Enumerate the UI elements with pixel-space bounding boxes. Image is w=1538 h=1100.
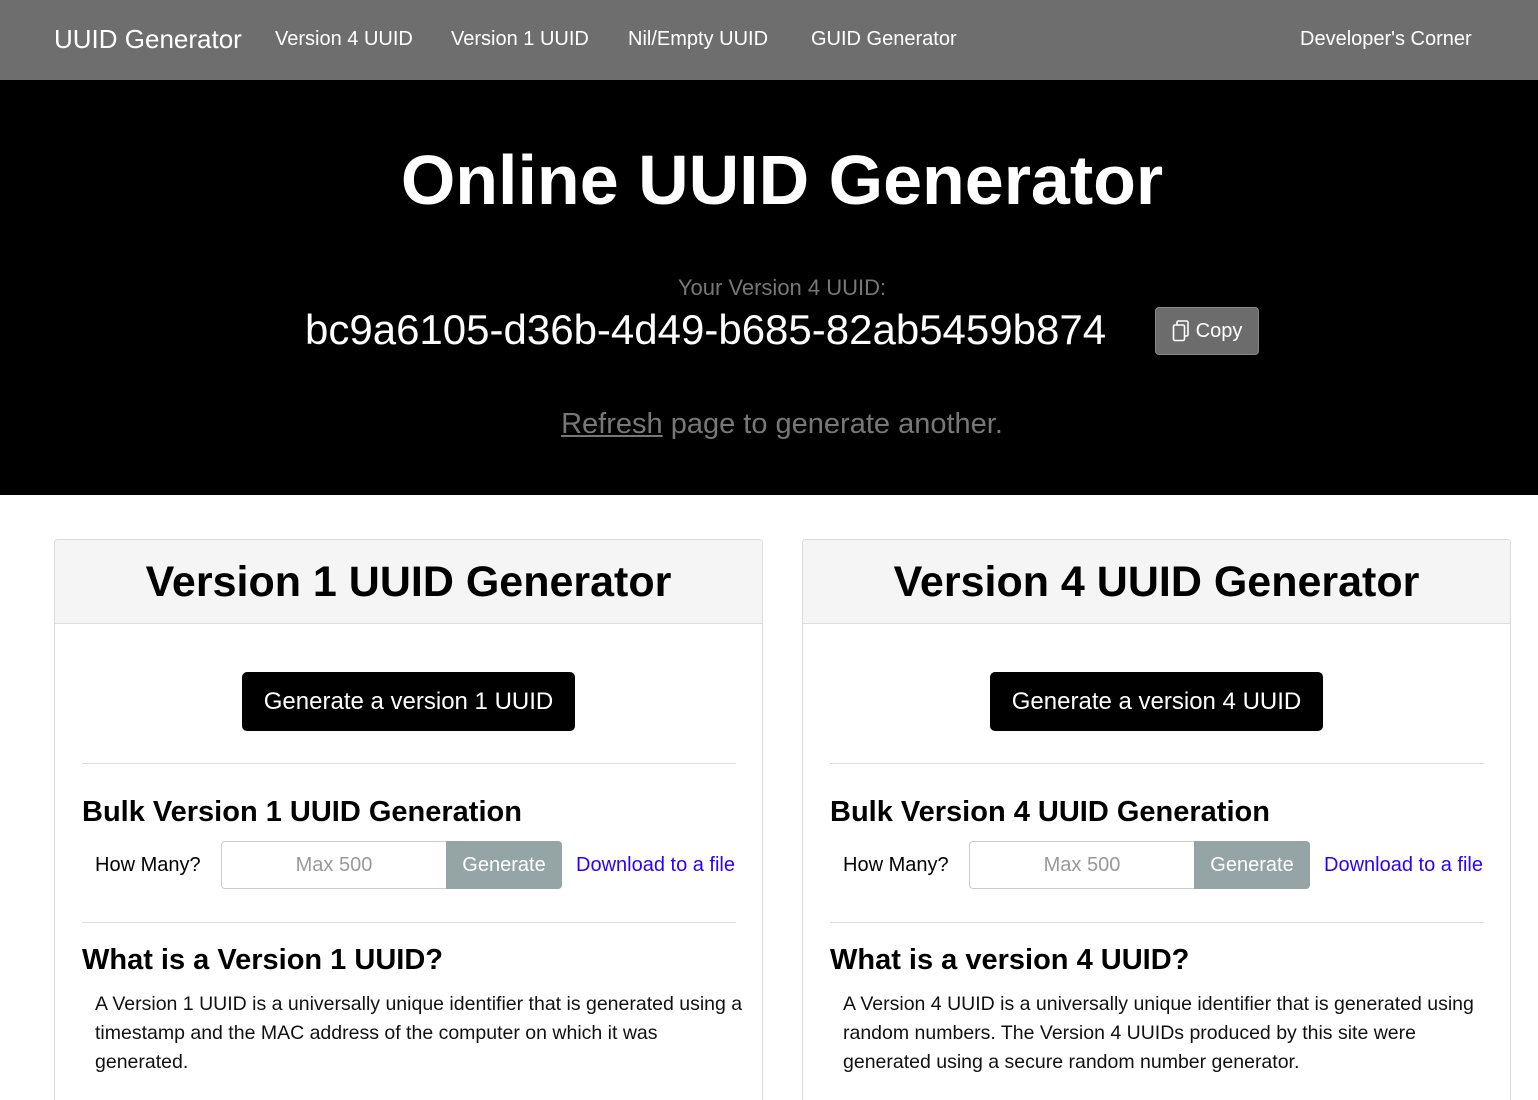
nav-brand-link[interactable]: UUID Generator	[54, 24, 242, 55]
divider	[82, 922, 736, 923]
divider	[82, 763, 736, 764]
bulk-generation-title: Bulk Version 4 UUID Generation	[830, 796, 1270, 828]
how-many-label: How Many?	[843, 854, 949, 876]
what-is-title: What is a version 4 UUID?	[830, 944, 1190, 976]
bulk-generate-button[interactable]: Generate	[1194, 841, 1310, 889]
copy-button[interactable]: Copy	[1155, 307, 1259, 355]
top-navbar: UUID Generator Version 4 UUID Version 1 …	[0, 0, 1538, 80]
hero-section: Online UUID Generator Your Version 4 UUI…	[0, 80, 1538, 495]
card-header: Version 4 UUID Generator	[803, 540, 1510, 624]
what-is-description: A Version 1 UUID is a universally unique…	[95, 993, 743, 1073]
download-to-file-link[interactable]: Download to a file	[1324, 854, 1483, 877]
divider	[830, 763, 1484, 764]
version-4-card: Version 4 UUID Generator Generate a vers…	[802, 539, 1511, 1100]
nav-link-nil-empty-uuid[interactable]: Nil/Empty UUID	[628, 28, 768, 51]
nav-link-version-4-uuid[interactable]: Version 4 UUID	[275, 28, 413, 51]
card-title: Version 4 UUID Generator	[893, 558, 1420, 606]
nav-link-guid-generator[interactable]: GUID Generator	[811, 28, 957, 51]
generate-version-1-button[interactable]: Generate a version 1 UUID	[242, 672, 575, 731]
refresh-link[interactable]: Refresh	[561, 408, 663, 440]
bulk-generate-button[interactable]: Generate	[446, 841, 562, 889]
copy-button-label: Copy	[1195, 319, 1243, 342]
card-header: Version 1 UUID Generator	[55, 540, 762, 624]
card-title: Version 1 UUID Generator	[145, 558, 672, 606]
version-1-card: Version 1 UUID Generator Generate a vers…	[54, 539, 763, 1100]
nav-link-version-1-uuid[interactable]: Version 1 UUID	[451, 28, 589, 51]
what-is-title: What is a Version 1 UUID?	[82, 944, 443, 976]
bulk-generation-title: Bulk Version 1 UUID Generation	[82, 796, 522, 828]
nav-link-developers-corner[interactable]: Developer's Corner	[1300, 28, 1472, 51]
uuid-label: Your Version 4 UUID:	[677, 275, 887, 300]
bulk-count-input[interactable]	[221, 841, 446, 889]
generate-version-4-button[interactable]: Generate a version 4 UUID	[990, 672, 1323, 731]
bulk-count-input[interactable]	[969, 841, 1194, 889]
download-to-file-link[interactable]: Download to a file	[576, 854, 735, 877]
uuid-value: bc9a6105-d36b-4d49-b685-82ab5459b874	[305, 306, 1107, 353]
page-title: Online UUID Generator	[400, 141, 1164, 219]
refresh-hint-text: page to generate another.	[662, 408, 1003, 440]
refresh-hint: Refresh page to generate another.	[0, 408, 1538, 441]
how-many-label: How Many?	[95, 854, 201, 876]
copy-icon	[1172, 320, 1190, 342]
what-is-description: A Version 4 UUID is a universally unique…	[843, 993, 1474, 1073]
divider	[830, 922, 1484, 923]
